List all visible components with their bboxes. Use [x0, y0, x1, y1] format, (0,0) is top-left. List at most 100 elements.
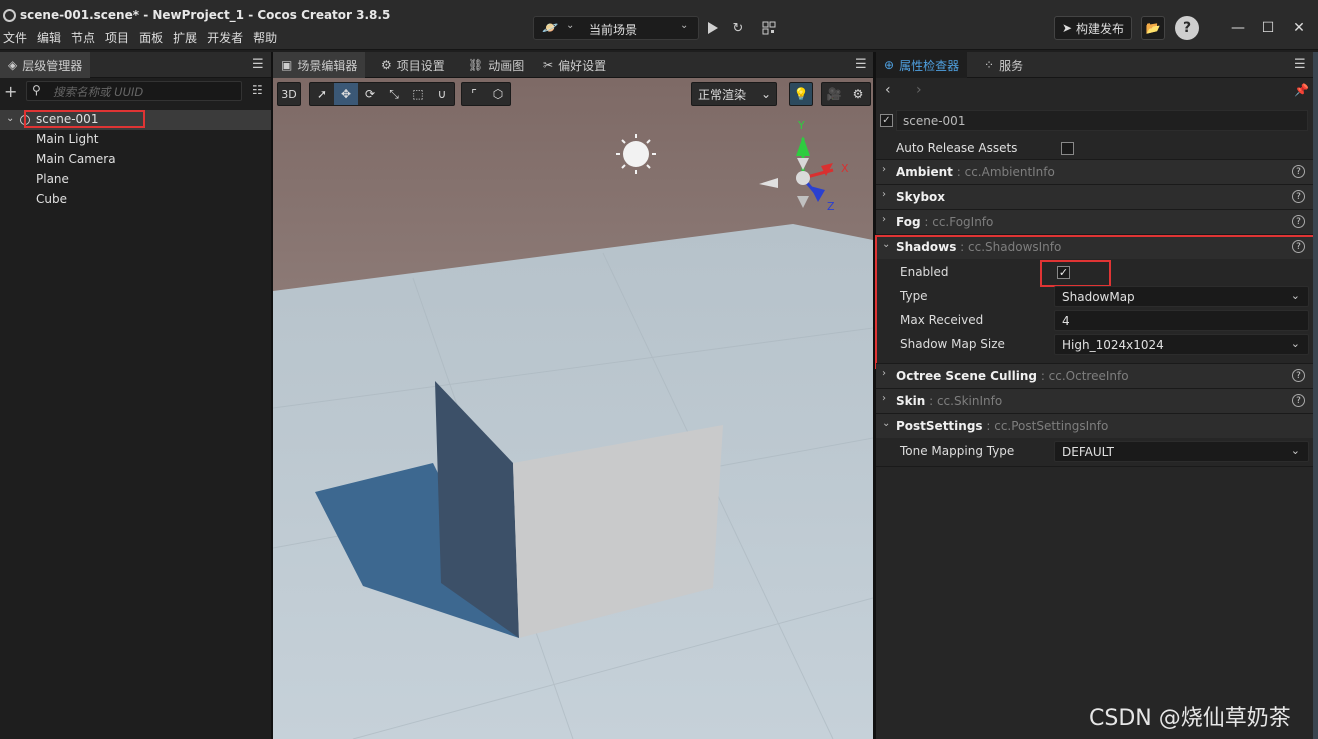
app-logo-icon: [3, 9, 16, 22]
section-postsettings[interactable]: ⌄ PostSettings : cc.PostSettingsInfo: [876, 413, 1313, 438]
menu-extension[interactable]: 扩展: [173, 29, 197, 46]
rect-tool-icon[interactable]: ⬚: [406, 83, 430, 105]
menu-edit[interactable]: 编辑: [37, 29, 61, 46]
auto-release-checkbox[interactable]: [1061, 142, 1074, 155]
tab-project-settings[interactable]: ⚙ 项目设置: [373, 52, 453, 78]
menu-help[interactable]: 帮助: [253, 29, 277, 46]
title-bar: scene-001.scene* - NewProject_1 - Cocos …: [0, 0, 1318, 50]
gear-icon[interactable]: ⚙: [846, 83, 870, 105]
back-arrow-icon[interactable]: ‹: [885, 82, 891, 98]
menu-panel[interactable]: 面板: [139, 29, 163, 46]
render-mode-label: 正常渲染: [698, 87, 747, 102]
section-fog[interactable]: › Fog : cc.FogInfo ?: [876, 209, 1313, 234]
section-fog-type: cc.FogInfo: [932, 215, 994, 229]
tree-item-plane[interactable]: Plane: [36, 172, 69, 186]
minimize-button[interactable]: —: [1228, 18, 1248, 38]
globe-icon: ⊕: [884, 58, 895, 72]
menu-icon[interactable]: ☰: [855, 57, 869, 72]
tab-inspector[interactable]: ⊕ 属性检查器: [876, 52, 968, 78]
lighting-toggle[interactable]: 💡: [789, 82, 813, 106]
help-icon[interactable]: ?: [1292, 165, 1305, 178]
tab-animation-graph[interactable]: ⛓ 动画图: [460, 52, 532, 78]
menu-developer[interactable]: 开发者: [207, 29, 243, 46]
camera-icon[interactable]: 🎥: [822, 83, 846, 105]
tab-preferences[interactable]: ✂ 偏好设置: [535, 52, 614, 78]
chevron-right-icon: ›: [882, 164, 886, 175]
scale-tool-icon[interactable]: ⤡: [382, 83, 406, 105]
open-folder-button[interactable]: 📂: [1141, 16, 1165, 40]
highlight-box-shadows: [875, 235, 1317, 369]
pin-icon[interactable]: 📌: [1294, 83, 1309, 97]
tab-scene-editor-label: 场景编辑器: [297, 58, 358, 73]
scene-selector[interactable]: 🪐 ⌄ 当前场景 ⌄: [533, 16, 699, 40]
section-octree-name: Octree Scene Culling: [896, 369, 1037, 383]
cube-tool-icon[interactable]: ⬡: [486, 83, 510, 105]
menu-icon[interactable]: ☰: [252, 57, 266, 72]
help-icon[interactable]: ?: [1292, 369, 1305, 382]
section-skybox[interactable]: › Skybox ?: [876, 184, 1313, 209]
tree-item-main-camera[interactable]: Main Camera: [36, 152, 116, 166]
scene-selector-label: 当前场景: [589, 23, 638, 37]
editor-tabbar: ▣ 场景编辑器 ⚙ 项目设置 ⛓ 动画图 ✂ 偏好设置 ☰: [273, 52, 873, 78]
chevron-down-icon: ⌄: [680, 20, 689, 31]
tree-item-main-light[interactable]: Main Light: [36, 132, 98, 146]
menu-file[interactable]: 文件: [3, 29, 27, 46]
snap-tool-icon[interactable]: ∪: [430, 83, 454, 105]
add-node-button[interactable]: +: [4, 82, 17, 101]
play-button[interactable]: [701, 16, 725, 40]
section-fog-name: Fog: [896, 215, 921, 229]
help-icon[interactable]: ?: [1292, 190, 1305, 203]
gizmo-label-y: Y: [797, 119, 805, 132]
search-input[interactable]: ⚲ 搜索名称或 UUID: [26, 81, 242, 101]
tab-hierarchy[interactable]: ◈ 层级管理器: [0, 52, 91, 78]
scrollbar[interactable]: [1313, 52, 1318, 739]
section-postsettings-name: PostSettings: [896, 419, 983, 433]
rotate-tool-icon[interactable]: ⟳: [358, 83, 382, 105]
maximize-button[interactable]: ☐: [1258, 18, 1278, 38]
tree-item-cube[interactable]: Cube: [36, 192, 67, 206]
qrcode-button[interactable]: [757, 16, 781, 40]
close-button[interactable]: ✕: [1289, 18, 1309, 38]
move-tool-icon[interactable]: ✥: [334, 83, 358, 105]
menu-bar: 文件 编辑 节点 项目 面板 扩展 开发者 帮助: [3, 29, 277, 46]
help-button[interactable]: ?: [1175, 16, 1199, 40]
render-mode-select[interactable]: 正常渲染 ⌄: [691, 82, 777, 106]
sort-list-icon[interactable]: ☷: [252, 83, 263, 97]
toggle-3d-button[interactable]: 3D: [277, 82, 301, 106]
graph-icon: ⛓: [468, 58, 484, 72]
section-skybox-name: Skybox: [896, 190, 946, 204]
tone-mapping-value: DEFAULT: [1062, 445, 1114, 459]
node-name-field[interactable]: scene-001: [896, 110, 1308, 131]
help-icon[interactable]: ?: [1292, 215, 1305, 228]
forward-arrow-icon[interactable]: ›: [916, 82, 922, 98]
chevron-down-icon[interactable]: ⌄: [6, 113, 14, 124]
section-skin[interactable]: › Skin : cc.SkinInfo ?: [876, 388, 1313, 413]
view-tools: ⌜ ⬡: [461, 82, 511, 106]
chevron-right-icon: ›: [882, 214, 886, 225]
scene-viewport[interactable]: Y X Z 3D ➚ ✥ ⟳ ⤡ ⬚ ∪ ⌜ ⬡ 正常渲染 ⌄ 💡 🎥 ⚙: [273, 78, 873, 739]
select-tool-icon[interactable]: ➚: [310, 83, 334, 105]
auto-release-label: Auto Release Assets: [896, 141, 1018, 155]
help-icon[interactable]: ?: [1292, 394, 1305, 407]
search-placeholder: 搜索名称或 UUID: [53, 85, 144, 99]
gizmo-label-z: Z: [827, 200, 835, 213]
refresh-button[interactable]: ↻: [726, 16, 750, 40]
menu-node[interactable]: 节点: [71, 29, 95, 46]
tone-mapping-select[interactable]: DEFAULT ⌄: [1054, 441, 1309, 462]
chevron-right-icon: ›: [882, 189, 886, 200]
build-publish-button[interactable]: ➤ 构建发布: [1054, 16, 1132, 40]
tab-services-label: 服务: [999, 58, 1024, 73]
tab-scene-editor[interactable]: ▣ 场景编辑器: [273, 52, 366, 78]
grid-icon: ⁘: [984, 58, 995, 72]
section-ambient[interactable]: › Ambient : cc.AmbientInfo ?: [876, 159, 1313, 184]
chevron-right-icon: ›: [882, 393, 886, 404]
menu-icon[interactable]: ☰: [1294, 57, 1308, 72]
frame-tool-icon[interactable]: ⌜: [462, 83, 486, 105]
scene-render: Y X Z: [273, 78, 873, 739]
node-active-checkbox[interactable]: ✓: [880, 114, 893, 127]
menu-project[interactable]: 项目: [105, 29, 129, 46]
tab-services[interactable]: ⁘ 服务: [976, 52, 1031, 78]
chevron-down-icon: ⌄: [566, 20, 575, 31]
chevron-down-icon: ⌄: [1290, 444, 1300, 457]
section-octree[interactable]: › Octree Scene Culling : cc.OctreeInfo ?: [876, 363, 1313, 388]
